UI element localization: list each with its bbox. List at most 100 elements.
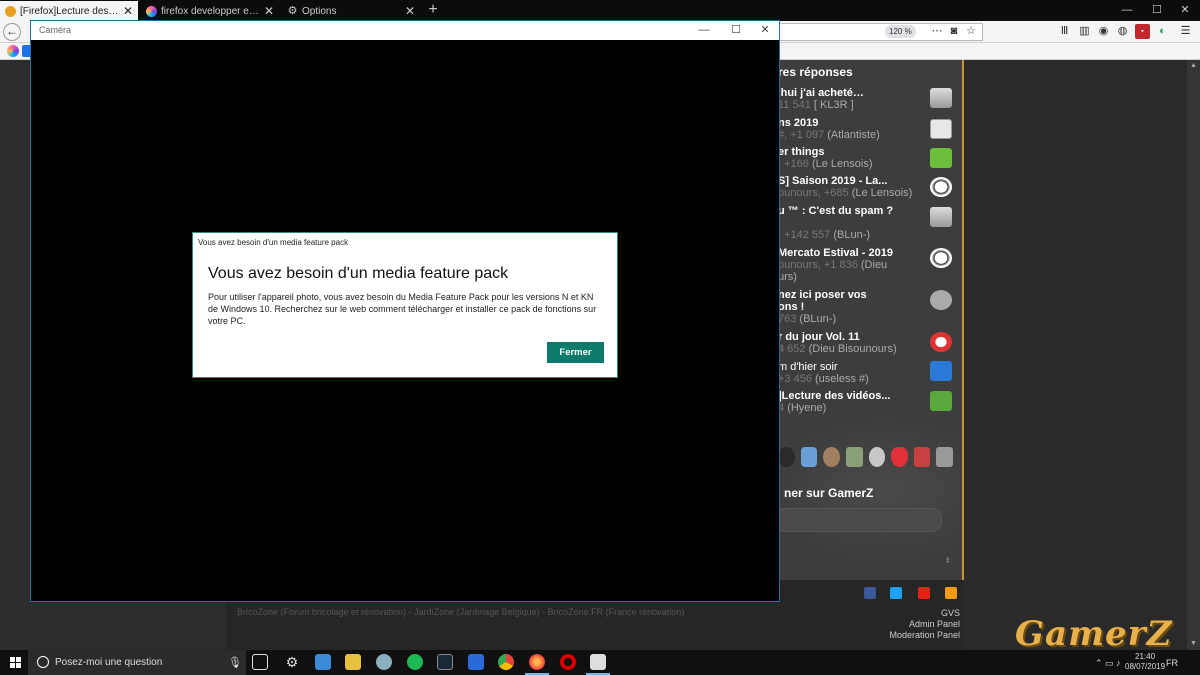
footer-gvs-link[interactable]: GVS xyxy=(941,608,960,618)
post-item[interactable]: Mercato Estival - 2019 ounours, +1 836 (… xyxy=(778,247,928,283)
resize-grip-icon[interactable]: ⇟ xyxy=(944,555,952,566)
qwant-extension-icon[interactable]: ◐ xyxy=(1155,24,1170,39)
tray-icons[interactable]: ⌃ ▭ ♪ xyxy=(1095,658,1121,669)
tab-firefox-developer[interactable]: firefox developper edition - Qw ✕ xyxy=(141,1,279,21)
camera-app-icon[interactable] xyxy=(590,654,606,670)
footer-links[interactable]: BricoZone (Forum bricolage et rénovation… xyxy=(237,607,684,617)
tab-close-icon[interactable]: ✕ xyxy=(123,4,133,18)
tab-firefox-lecture[interactable]: [Firefox]Lecture des vidéos imp ✕ xyxy=(0,1,138,21)
tab-title: Options xyxy=(302,5,337,17)
tab-close-icon[interactable]: ✕ xyxy=(405,4,415,18)
browser-close-button[interactable]: ✕ xyxy=(1170,0,1200,21)
qwant-bookmark-icon[interactable] xyxy=(7,45,19,57)
tab-options[interactable]: ⚙ Options ✕ xyxy=(282,1,420,21)
firefox-icon[interactable] xyxy=(529,654,545,670)
gamerz-logo[interactable]: GamerZ xyxy=(1015,614,1172,654)
tray-language[interactable]: FR xyxy=(1166,658,1178,668)
post-title[interactable]: nez ici poser vos xyxy=(778,289,928,301)
dialog-heading: Vous avez besoin d'un media feature pack xyxy=(208,265,509,282)
footer-admin-link[interactable]: Admin Panel xyxy=(909,619,960,629)
twitter-icon[interactable] xyxy=(890,587,902,599)
youtube-icon[interactable] xyxy=(918,587,930,599)
post-title[interactable]: ns 2019 xyxy=(778,117,928,129)
browser-maximize-button[interactable]: ☐ xyxy=(1142,0,1172,21)
bookmark-star-icon[interactable]: ☆ xyxy=(964,24,978,38)
extension-icon[interactable]: ◍ xyxy=(1115,24,1130,39)
site-search-input[interactable] xyxy=(778,508,942,532)
post-item[interactable]: m d'hier soir +3 456 (useless #) xyxy=(778,361,928,385)
smiley-icon[interactable] xyxy=(868,447,886,467)
post-meta: 11 541 [ KL3R ] xyxy=(778,99,854,111)
page-scrollbar[interactable] xyxy=(1187,60,1200,650)
steam-icon[interactable] xyxy=(437,654,453,670)
camera-close-button[interactable]: ✕ xyxy=(750,22,780,39)
account-icon[interactable]: ◉ xyxy=(1096,24,1111,39)
back-arrow-icon[interactable]: ← xyxy=(3,23,21,41)
controller-icon[interactable] xyxy=(800,447,818,467)
post-title[interactable]: ons ! xyxy=(778,301,928,313)
new-tab-button[interactable]: + xyxy=(425,1,441,19)
post-title[interactable]: r du jour Vol. 11 xyxy=(778,331,928,343)
post-item[interactable]: ]Lecture des vidéos... 4 (Hyene) xyxy=(778,390,928,414)
post-item[interactable]: r du jour Vol. 11 4 652 (Dieu Bisounours… xyxy=(778,331,928,355)
heart-icon[interactable] xyxy=(891,447,908,467)
post-item[interactable]: 'hui j'ai acheté… 11 541 [ KL3R ] xyxy=(778,87,928,111)
facebook-icon[interactable] xyxy=(864,587,876,599)
app-icon[interactable] xyxy=(315,654,331,670)
page-actions-icon[interactable]: ⋯ xyxy=(930,24,944,38)
camera-minimize-button[interactable]: — xyxy=(689,22,719,39)
rss-icon[interactable] xyxy=(945,587,957,599)
post-item[interactable]: nez ici poser vos ons ! 763 (BLun-) xyxy=(778,289,928,325)
zoom-level-badge[interactable]: 120 % xyxy=(885,25,916,38)
post-title[interactable]: 'hui j'ai acheté… xyxy=(778,87,928,99)
smiley-icon[interactable] xyxy=(823,447,840,467)
adblock-icon[interactable]: ▪ xyxy=(1135,24,1150,39)
post-meta: 4 (Hyene) xyxy=(778,402,827,414)
app-icon[interactable] xyxy=(376,654,392,670)
trash-bin-icon[interactable] xyxy=(936,447,953,467)
library-icon[interactable]: Ⅲ xyxy=(1057,24,1072,39)
post-meta: 763 (BLun-) xyxy=(778,313,837,325)
settings-gear-icon[interactable]: ⚙ xyxy=(284,654,300,670)
pocket-icon[interactable]: ◙ xyxy=(947,24,961,38)
app-icon[interactable] xyxy=(468,654,484,670)
sidebar-icon[interactable]: ▥ xyxy=(1077,24,1092,39)
chrome-icon[interactable] xyxy=(498,654,514,670)
post-item[interactable]: ns 2019 #, +1 097 (Atlantiste) xyxy=(778,117,928,141)
windows-start-icon[interactable] xyxy=(10,657,22,669)
post-title[interactable]: er things xyxy=(778,146,928,158)
panel-title: res réponses xyxy=(778,65,853,79)
post-item[interactable]: u ™ : C'est du spam ? , +142 557 (BLun-) xyxy=(778,205,928,241)
scroll-up-arrow-icon[interactable]: ▲ xyxy=(1190,62,1197,69)
tab-title: firefox developper edition - Qw xyxy=(161,5,260,17)
post-title[interactable]: ]Lecture des vidéos... xyxy=(778,390,928,402)
post-title[interactable]: Mercato Estival - 2019 xyxy=(778,247,928,259)
post-item[interactable]: S] Saison 2019 - La... ounours, +685 (Le… xyxy=(778,175,928,199)
scroll-down-arrow-icon[interactable]: ▼ xyxy=(1190,640,1197,647)
picture-icon[interactable] xyxy=(845,447,863,467)
cortana-search-placeholder[interactable]: Posez-moi une question xyxy=(55,657,162,668)
task-view-icon[interactable] xyxy=(252,654,268,670)
camera-titlebar[interactable]: Caméra — ☐ ✕ xyxy=(31,21,779,40)
opera-icon[interactable] xyxy=(560,654,576,670)
menu-hamburger-icon[interactable]: ☰ xyxy=(1178,24,1193,39)
post-item[interactable]: er things , +166 (Le Lensois) xyxy=(778,146,928,170)
microphone-icon[interactable]: 🎙 xyxy=(228,656,242,669)
smiley-icon[interactable] xyxy=(778,447,795,467)
close-dialog-button[interactable]: Fermer xyxy=(547,342,604,363)
post-title[interactable]: m d'hier soir xyxy=(778,361,928,373)
file-explorer-icon[interactable] xyxy=(345,654,361,670)
camera-maximize-button[interactable]: ☐ xyxy=(721,22,751,39)
footer-moderation-link[interactable]: Moderation Panel xyxy=(889,630,960,640)
post-meta: +3 456 (useless #) xyxy=(778,373,869,385)
section-title: ner sur GamerZ xyxy=(784,486,874,500)
browser-minimize-button[interactable]: — xyxy=(1112,0,1142,21)
soccer-ball-icon xyxy=(930,248,952,268)
tab-close-icon[interactable]: ✕ xyxy=(264,4,274,18)
post-title[interactable]: S] Saison 2019 - La... xyxy=(778,175,928,187)
gift-icon[interactable] xyxy=(913,447,931,467)
taskbar-clock[interactable]: 21:40 08/07/2019 xyxy=(1125,652,1165,672)
post-title[interactable]: u ™ : C'est du spam ? xyxy=(778,205,928,217)
spotify-icon[interactable] xyxy=(407,654,423,670)
soccer-ball-icon xyxy=(930,177,952,197)
